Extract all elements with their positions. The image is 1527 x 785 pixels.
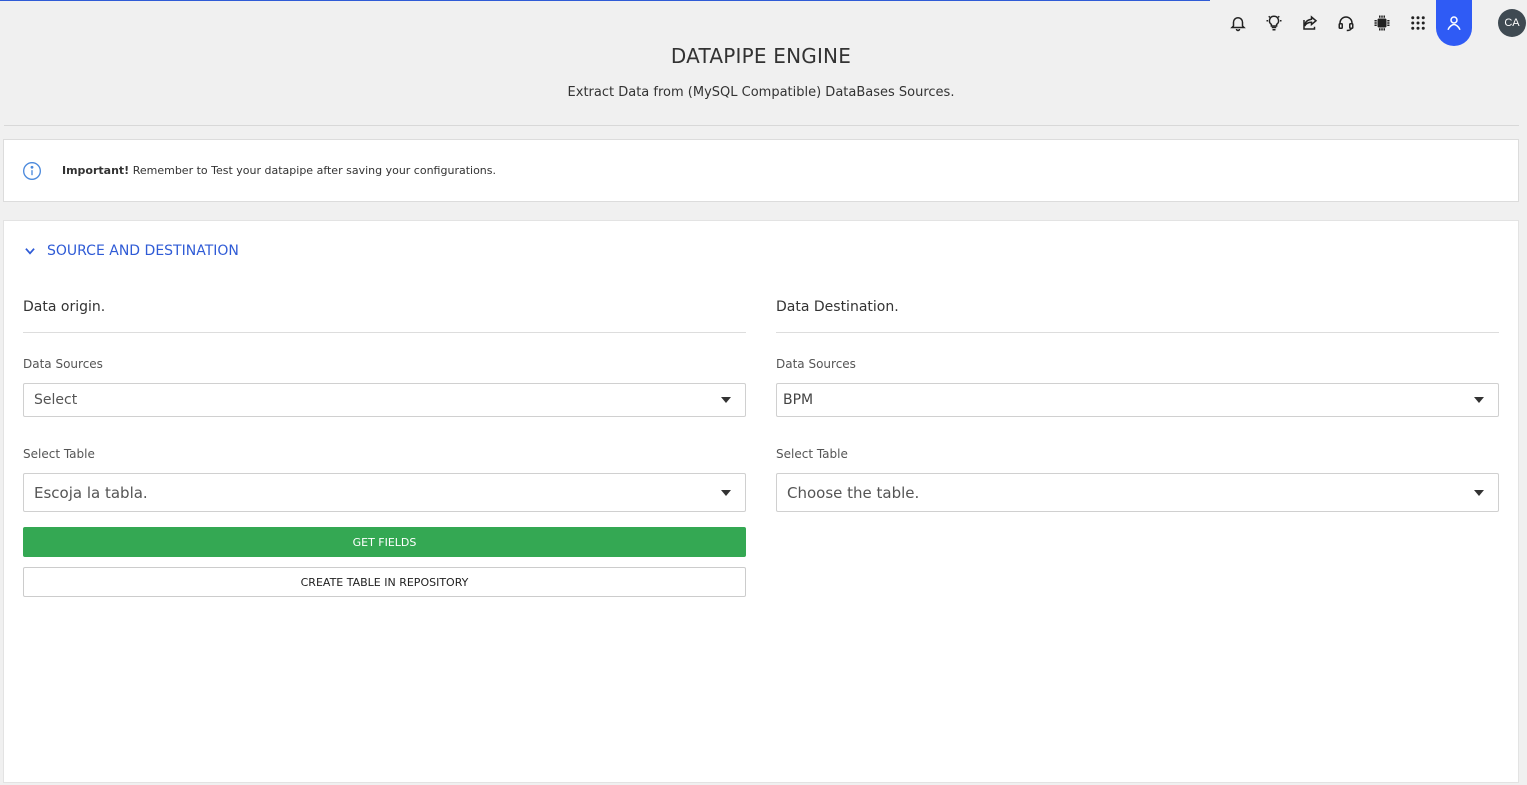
origin-sources-label: Data Sources xyxy=(23,357,103,371)
header-divider xyxy=(4,125,1519,126)
get-fields-button[interactable]: GET FIELDS xyxy=(23,527,746,557)
source-destination-panel: SOURCE AND DESTINATION Data origin. Data… xyxy=(3,220,1519,783)
destination-sources-label: Data Sources xyxy=(776,357,856,371)
origin-table-label: Select Table xyxy=(23,447,95,461)
caret-down-icon xyxy=(1474,397,1484,403)
destination-table-select[interactable]: Choose the table. xyxy=(776,473,1499,512)
caret-down-icon xyxy=(721,489,731,496)
origin-column: Data origin. Data Sources Select Select … xyxy=(23,299,746,597)
destination-sources-value: BPM xyxy=(783,392,814,408)
alert-strong: Important! xyxy=(62,164,130,177)
create-table-button[interactable]: CREATE TABLE IN REPOSITORY xyxy=(23,567,746,597)
destination-sources-select[interactable]: BPM xyxy=(776,383,1499,417)
origin-table-value: Escoja la tabla. xyxy=(34,483,148,502)
destination-title: Data Destination. xyxy=(776,299,1499,333)
origin-table-select[interactable]: Escoja la tabla. xyxy=(23,473,746,512)
section-title: SOURCE AND DESTINATION xyxy=(47,243,239,259)
page-header: DATAPIPE ENGINE Extract Data from (MySQL… xyxy=(0,0,1527,126)
origin-sources-select[interactable]: Select xyxy=(23,383,746,417)
caret-down-icon xyxy=(1474,489,1484,496)
chevron-down-icon xyxy=(25,248,35,255)
alert-text: Important! Remember to Test your datapip… xyxy=(62,164,496,177)
info-icon xyxy=(23,161,41,180)
origin-title: Data origin. xyxy=(23,299,746,333)
destination-column: Data Destination. Data Sources BPM Selec… xyxy=(776,299,1499,512)
caret-down-icon xyxy=(721,397,731,403)
destination-table-value: Choose the table. xyxy=(787,483,920,502)
origin-sources-value: Select xyxy=(34,392,78,408)
page-title: DATAPIPE ENGINE xyxy=(670,44,852,68)
important-alert: Important! Remember to Test your datapip… xyxy=(3,139,1519,202)
page-subtitle: Extract Data from (MySQL Compatible) Dat… xyxy=(567,85,955,100)
destination-table-label: Select Table xyxy=(776,447,848,461)
alert-message: Remember to Test your datapipe after sav… xyxy=(129,164,497,177)
section-toggle[interactable]: SOURCE AND DESTINATION xyxy=(23,243,239,259)
